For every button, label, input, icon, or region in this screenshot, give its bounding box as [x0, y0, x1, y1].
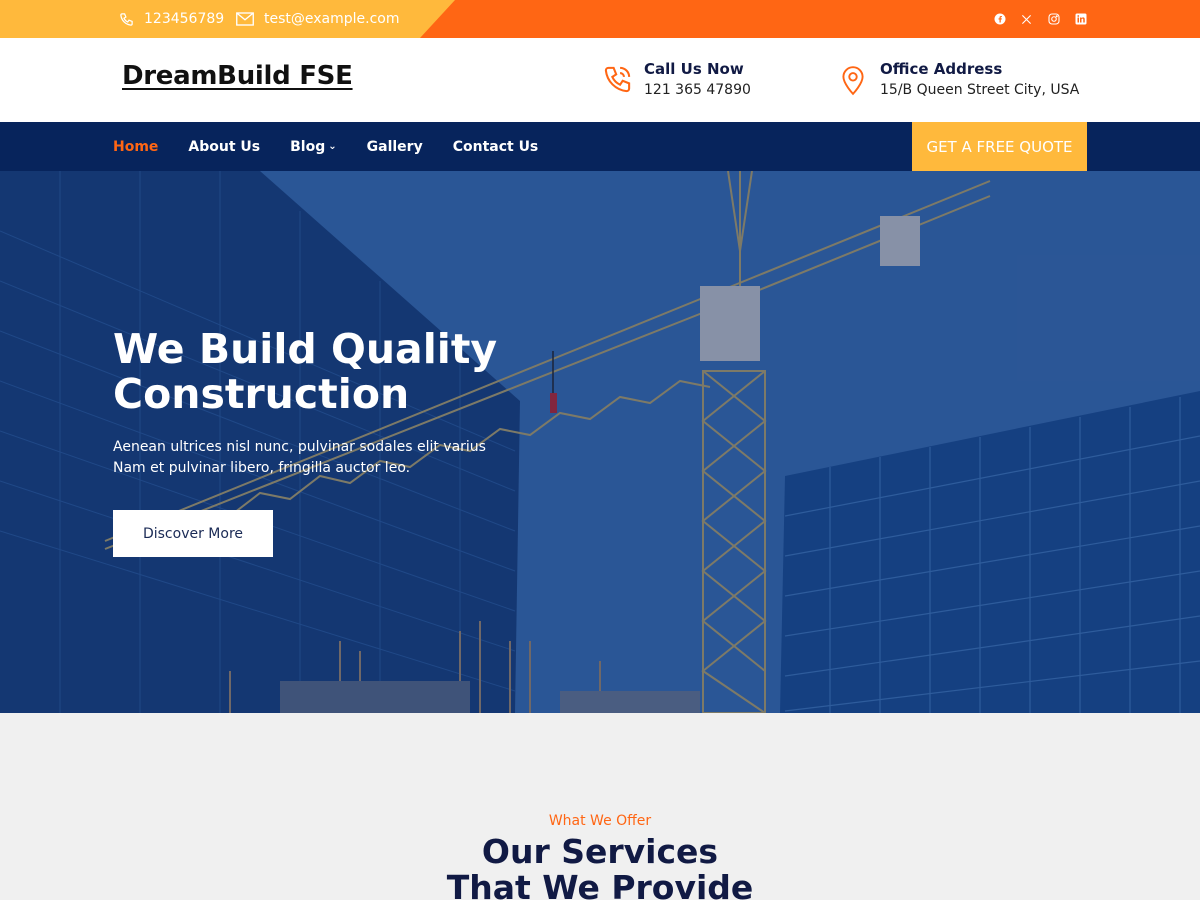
hero-title: We Build Quality Construction [113, 325, 498, 418]
nav-item-contact-us[interactable]: Contact Us [453, 139, 539, 155]
site-header: DreamBuild FSE Call Us Now 121 365 47890… [0, 38, 1200, 122]
phone-icon [604, 66, 630, 93]
nav-item-about-us[interactable]: About Us [188, 139, 260, 155]
call-info: Call Us Now 121 365 47890 [600, 59, 751, 101]
nav-menu: Home About Us Blog ⌄ Gallery Contact Us [113, 122, 538, 171]
hero-subtitle: Aenean ultrices nisl nunc, pulvinar soda… [113, 439, 486, 476]
topbar-email-text: test@example.com [264, 11, 400, 27]
services-title: Our Services That We Provide [0, 834, 1200, 900]
nav-item-home[interactable]: Home [113, 139, 158, 155]
nav-item-label: Blog [290, 138, 326, 155]
nav-item-label: Gallery [366, 138, 423, 155]
call-title: Call Us Now [644, 60, 744, 78]
nav-item-label: About Us [188, 138, 261, 155]
linkedin-icon[interactable] [1074, 13, 1087, 26]
phone-icon [120, 12, 133, 26]
map-pin-icon [842, 66, 864, 96]
x-icon[interactable] [1020, 13, 1033, 26]
site-logo[interactable]: DreamBuild FSE [122, 61, 353, 91]
instagram-icon[interactable] [1047, 13, 1060, 26]
social-links [993, 0, 1087, 38]
address-info: Office Address 15/B Queen Street City, U… [836, 59, 1079, 101]
call-number[interactable]: 121 365 47890 [644, 79, 751, 101]
topbar-phone-text: 123456789 [144, 11, 225, 27]
topbar-phone[interactable]: 123456789 [119, 0, 224, 38]
hero-section: We Build Quality Construction Aenean ult… [0, 171, 1200, 713]
chevron-down-icon: ⌄ [328, 141, 337, 152]
facebook-icon[interactable] [993, 13, 1006, 26]
discover-more-button[interactable]: Discover More [113, 510, 273, 557]
get-quote-button[interactable]: GET A FREE QUOTE [912, 122, 1087, 171]
address-value: 15/B Queen Street City, USA [880, 82, 1080, 98]
main-navigation: Home About Us Blog ⌄ Gallery Contact Us G… [0, 122, 1200, 171]
nav-item-gallery[interactable]: Gallery [367, 139, 423, 155]
services-eyebrow: What We Offer [548, 813, 652, 829]
nav-item-blog[interactable]: Blog ⌄ [290, 139, 337, 155]
envelope-icon [236, 12, 254, 26]
top-bar: 123456789 test@example.com [0, 0, 1200, 38]
services-title-text: Our Services That We Provide [446, 832, 754, 900]
services-section: What We Offer Our Services That We Provi… [0, 713, 1200, 900]
nav-item-label: Contact Us [452, 138, 539, 155]
address-title: Office Address [880, 60, 1003, 78]
nav-item-label: Home [113, 138, 159, 155]
topbar-email[interactable]: test@example.com [236, 0, 400, 38]
